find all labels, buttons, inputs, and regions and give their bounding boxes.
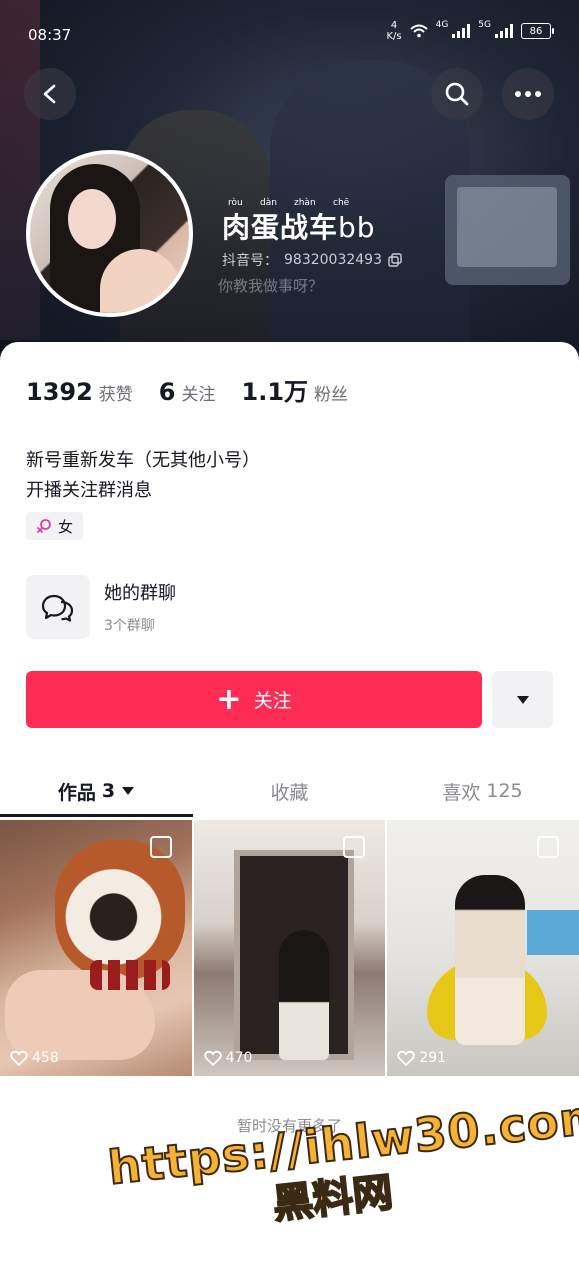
status-time: 08:37	[28, 26, 72, 44]
recommend-dropdown-button[interactable]	[492, 671, 553, 728]
stat-likes[interactable]: 1392 获赞	[26, 378, 133, 406]
network-type: 5G	[478, 20, 491, 30]
post-thumbnail[interactable]: 458	[0, 820, 192, 1076]
chat-bubble-icon	[41, 594, 74, 622]
wifi-icon	[409, 24, 428, 38]
tab-favorites[interactable]: 收藏	[193, 765, 386, 817]
post-likes: 291	[397, 1050, 446, 1066]
douyin-id[interactable]: 抖音号： 98320032493	[222, 250, 402, 270]
nickname: 肉蛋战车bb	[222, 211, 376, 244]
cover-monitor	[445, 175, 570, 285]
bio-line: 新号重新发车（无其他小号）	[26, 450, 260, 471]
battery-icon: 86	[521, 23, 554, 39]
heart-icon	[397, 1050, 416, 1066]
status-indicators: 4 K/s 4G 5G 86	[386, 20, 554, 42]
plus-icon: +	[216, 681, 242, 717]
bio-line: 开播关注群消息	[26, 480, 152, 501]
avatar[interactable]	[26, 150, 193, 317]
tab-works[interactable]: 作品 3	[0, 765, 193, 817]
group-chat-icon-box	[26, 575, 90, 639]
group-chat-subtitle: 3个群聊	[104, 618, 155, 634]
tab-likes[interactable]: 喜欢 125	[386, 765, 579, 817]
post-likes: 470	[203, 1050, 252, 1066]
gender-tag: 女	[26, 512, 84, 540]
bio: 新号重新发车（无其他小号） 开播关注群消息	[26, 446, 260, 506]
more-dots-icon	[515, 91, 541, 97]
stat-followers[interactable]: 1.1万 粉丝	[242, 372, 349, 407]
follow-button[interactable]: + 关注	[26, 671, 482, 728]
status-bar: 08:37 4 K/s 4G 5G 86	[0, 0, 579, 60]
more-button[interactable]	[502, 68, 554, 120]
female-icon	[37, 519, 51, 533]
cover-caption: 你教我做事呀？	[218, 277, 324, 295]
chevron-left-icon	[43, 84, 56, 104]
copy-icon[interactable]	[388, 253, 402, 267]
multi-image-icon	[537, 836, 560, 858]
post-grid: 458 470 291	[0, 820, 579, 1076]
post-thumbnail[interactable]: 291	[387, 820, 579, 1076]
group-chat-title: 她的群聊	[104, 583, 176, 604]
multi-image-icon	[343, 836, 366, 858]
stat-following[interactable]: 6 关注	[159, 378, 216, 406]
search-button[interactable]	[431, 68, 483, 120]
signal-icon	[452, 24, 471, 38]
group-chat-text: 她的群聊 3个群聊	[104, 579, 176, 635]
network-speed: 4 K/s	[386, 20, 402, 42]
signal-icon	[495, 24, 513, 38]
search-icon	[445, 82, 469, 106]
profile-stats: 1392 获赞 6 关注 1.1万 粉丝	[26, 372, 348, 407]
post-thumbnail[interactable]: 470	[193, 820, 386, 1076]
multi-image-icon	[149, 836, 172, 858]
caret-down-icon	[516, 695, 529, 704]
active-tab-indicator	[0, 814, 193, 817]
group-chat-entry[interactable]: 她的群聊 3个群聊	[26, 575, 176, 639]
post-likes: 458	[10, 1050, 59, 1066]
content-tabs: 作品 3 收藏 喜欢 125	[0, 765, 579, 817]
caret-down-icon	[122, 787, 135, 795]
back-button[interactable]	[24, 68, 76, 120]
heart-icon	[203, 1050, 222, 1066]
heart-icon	[10, 1050, 28, 1066]
network-type: 4G	[435, 20, 449, 30]
